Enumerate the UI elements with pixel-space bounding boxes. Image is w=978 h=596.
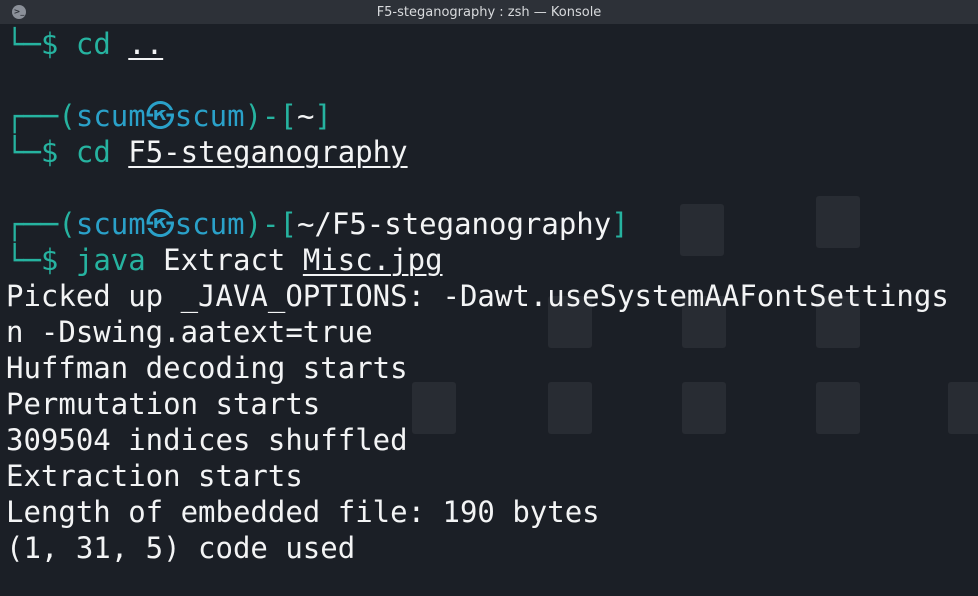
prompt-bracket: )-[ [244, 207, 297, 241]
ghost-file-icon [412, 382, 456, 434]
output-line: 309504 indices shuffled [6, 423, 408, 457]
ghost-file-icon [816, 196, 860, 248]
prompt-dollar: $ [40, 243, 59, 277]
prompt-line: └─$ java Extract Misc.jpg [6, 242, 443, 278]
output-line: (1, 31, 5) code used [6, 531, 356, 565]
output-line: Permutation starts [6, 387, 321, 421]
prompt-host: scum [174, 99, 245, 133]
prompt-host: scum [174, 207, 245, 241]
prompt-user: scum [75, 99, 146, 133]
prompt-separator-icon: ㉿ [145, 207, 175, 241]
command-arg: Misc.jpg [302, 243, 443, 277]
prompt-path: ~/F5-steganography [296, 207, 612, 241]
prompt-header: ┌──(scum㉿scum)-[~] [6, 98, 332, 134]
terminal-area[interactable]: └─$ cd .. ┌──(scum㉿scum)-[~] └─$ cd F5-s… [0, 24, 978, 596]
output-line: Picked up _JAVA_OPTIONS: -Dawt.useSystem… [6, 279, 949, 313]
ghost-file-icon [948, 382, 978, 434]
command-name: java [75, 243, 146, 277]
prompt-line: └─$ cd .. [6, 26, 163, 62]
prompt-line: └─$ cd F5-steganography [6, 134, 408, 170]
command-arg: .. [128, 27, 164, 61]
prompt-bracket: )-[ [244, 99, 297, 133]
output-line: Huffman decoding starts [6, 351, 408, 385]
prompt-corner: └─ [6, 27, 41, 61]
command-class: Extract [163, 243, 286, 277]
ghost-image-icon [548, 382, 592, 434]
ghost-folder-icon [680, 204, 724, 256]
prompt-corner: ┌── [6, 207, 59, 241]
prompt-corner: └─ [6, 243, 41, 277]
prompt-path: ~ [296, 99, 315, 133]
prompt-dollar: $ [40, 135, 59, 169]
window-title: F5-steganography : zsh — Konsole [376, 4, 602, 20]
prompt-corner: └─ [6, 135, 41, 169]
prompt-corner: ┌── [6, 99, 59, 133]
konsole-icon[interactable]: >_ [12, 5, 26, 19]
prompt-paren: ( [58, 99, 76, 133]
prompt-bracket: ] [611, 207, 629, 241]
command-name: cd [75, 135, 111, 169]
prompt-bracket: ] [314, 99, 332, 133]
command-arg: F5-steganography [128, 135, 408, 169]
output-line: Extraction starts [6, 459, 303, 493]
window-titlebar[interactable]: >_ F5-steganography : zsh — Konsole [0, 0, 978, 25]
prompt-paren: ( [58, 207, 76, 241]
prompt-header: ┌──(scum㉿scum)-[~/F5-steganography] [6, 206, 629, 242]
output-line: Length of embedded file: 190 bytes [6, 495, 600, 529]
output-line: n -Dswing.aatext=true [6, 315, 373, 349]
prompt-dollar: $ [40, 27, 59, 61]
ghost-file-icon [682, 382, 726, 434]
ghost-file-icon [816, 382, 860, 434]
command-name: cd [75, 27, 111, 61]
prompt-separator-icon: ㉿ [145, 99, 175, 133]
prompt-user: scum [75, 207, 146, 241]
